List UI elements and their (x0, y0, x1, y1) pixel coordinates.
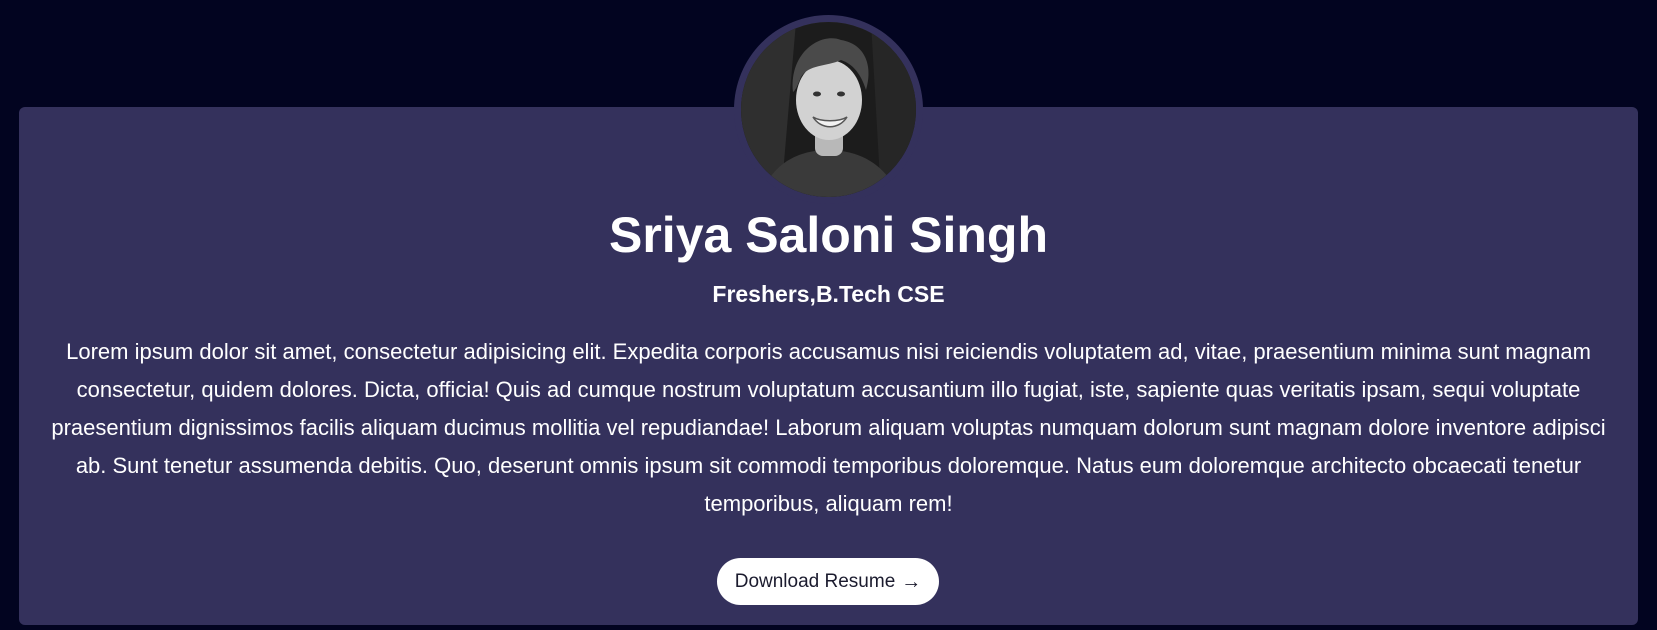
profile-photo (741, 22, 916, 197)
arrow-right-icon: → (901, 570, 922, 593)
avatar (741, 22, 916, 197)
profile-name: Sriya Saloni Singh (609, 207, 1048, 263)
download-resume-label: Download Resume (734, 570, 896, 592)
profile-subtitle: Freshers,B.Tech CSE (712, 281, 945, 307)
profile-bio: Lorem ipsum dolor sit amet, consectetur … (51, 339, 1606, 516)
download-resume-button[interactable]: Download Resume → (717, 558, 939, 605)
